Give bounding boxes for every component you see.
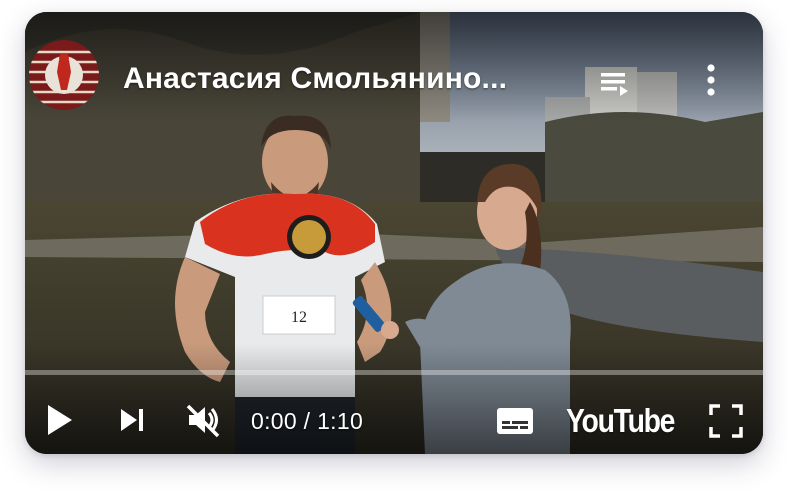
youtube-logo[interactable]: YouTube <box>566 402 675 442</box>
mute-button[interactable] <box>181 398 225 442</box>
next-button[interactable] <box>113 400 153 440</box>
captions-icon <box>497 408 533 434</box>
play-icon <box>48 405 72 435</box>
fullscreen-icon <box>709 404 743 438</box>
video-title[interactable]: Анастасия Смольянино... <box>123 62 563 96</box>
bib-number: 12 <box>291 309 307 326</box>
volume-muted-icon <box>186 404 220 438</box>
time-separator: / <box>303 408 311 434</box>
current-time: 0:00 <box>251 408 297 434</box>
playlist-icon[interactable] <box>595 64 635 104</box>
channel-avatar-icon[interactable] <box>29 40 99 110</box>
next-icon <box>121 409 143 431</box>
controls-bar: 0:00 / 1:10 YouTube <box>25 386 763 454</box>
play-button[interactable] <box>39 400 79 440</box>
video-player[interactable]: 12 Анастасия Смольянино... 0:00 / 1:10 Y… <box>25 12 763 454</box>
duration: 1:10 <box>317 408 364 434</box>
progress-bar[interactable] <box>25 370 763 375</box>
time-display: 0:00 / 1:10 <box>251 408 363 435</box>
captions-button[interactable] <box>493 402 537 440</box>
more-vert-icon[interactable] <box>697 60 725 100</box>
fullscreen-button[interactable] <box>705 400 747 442</box>
